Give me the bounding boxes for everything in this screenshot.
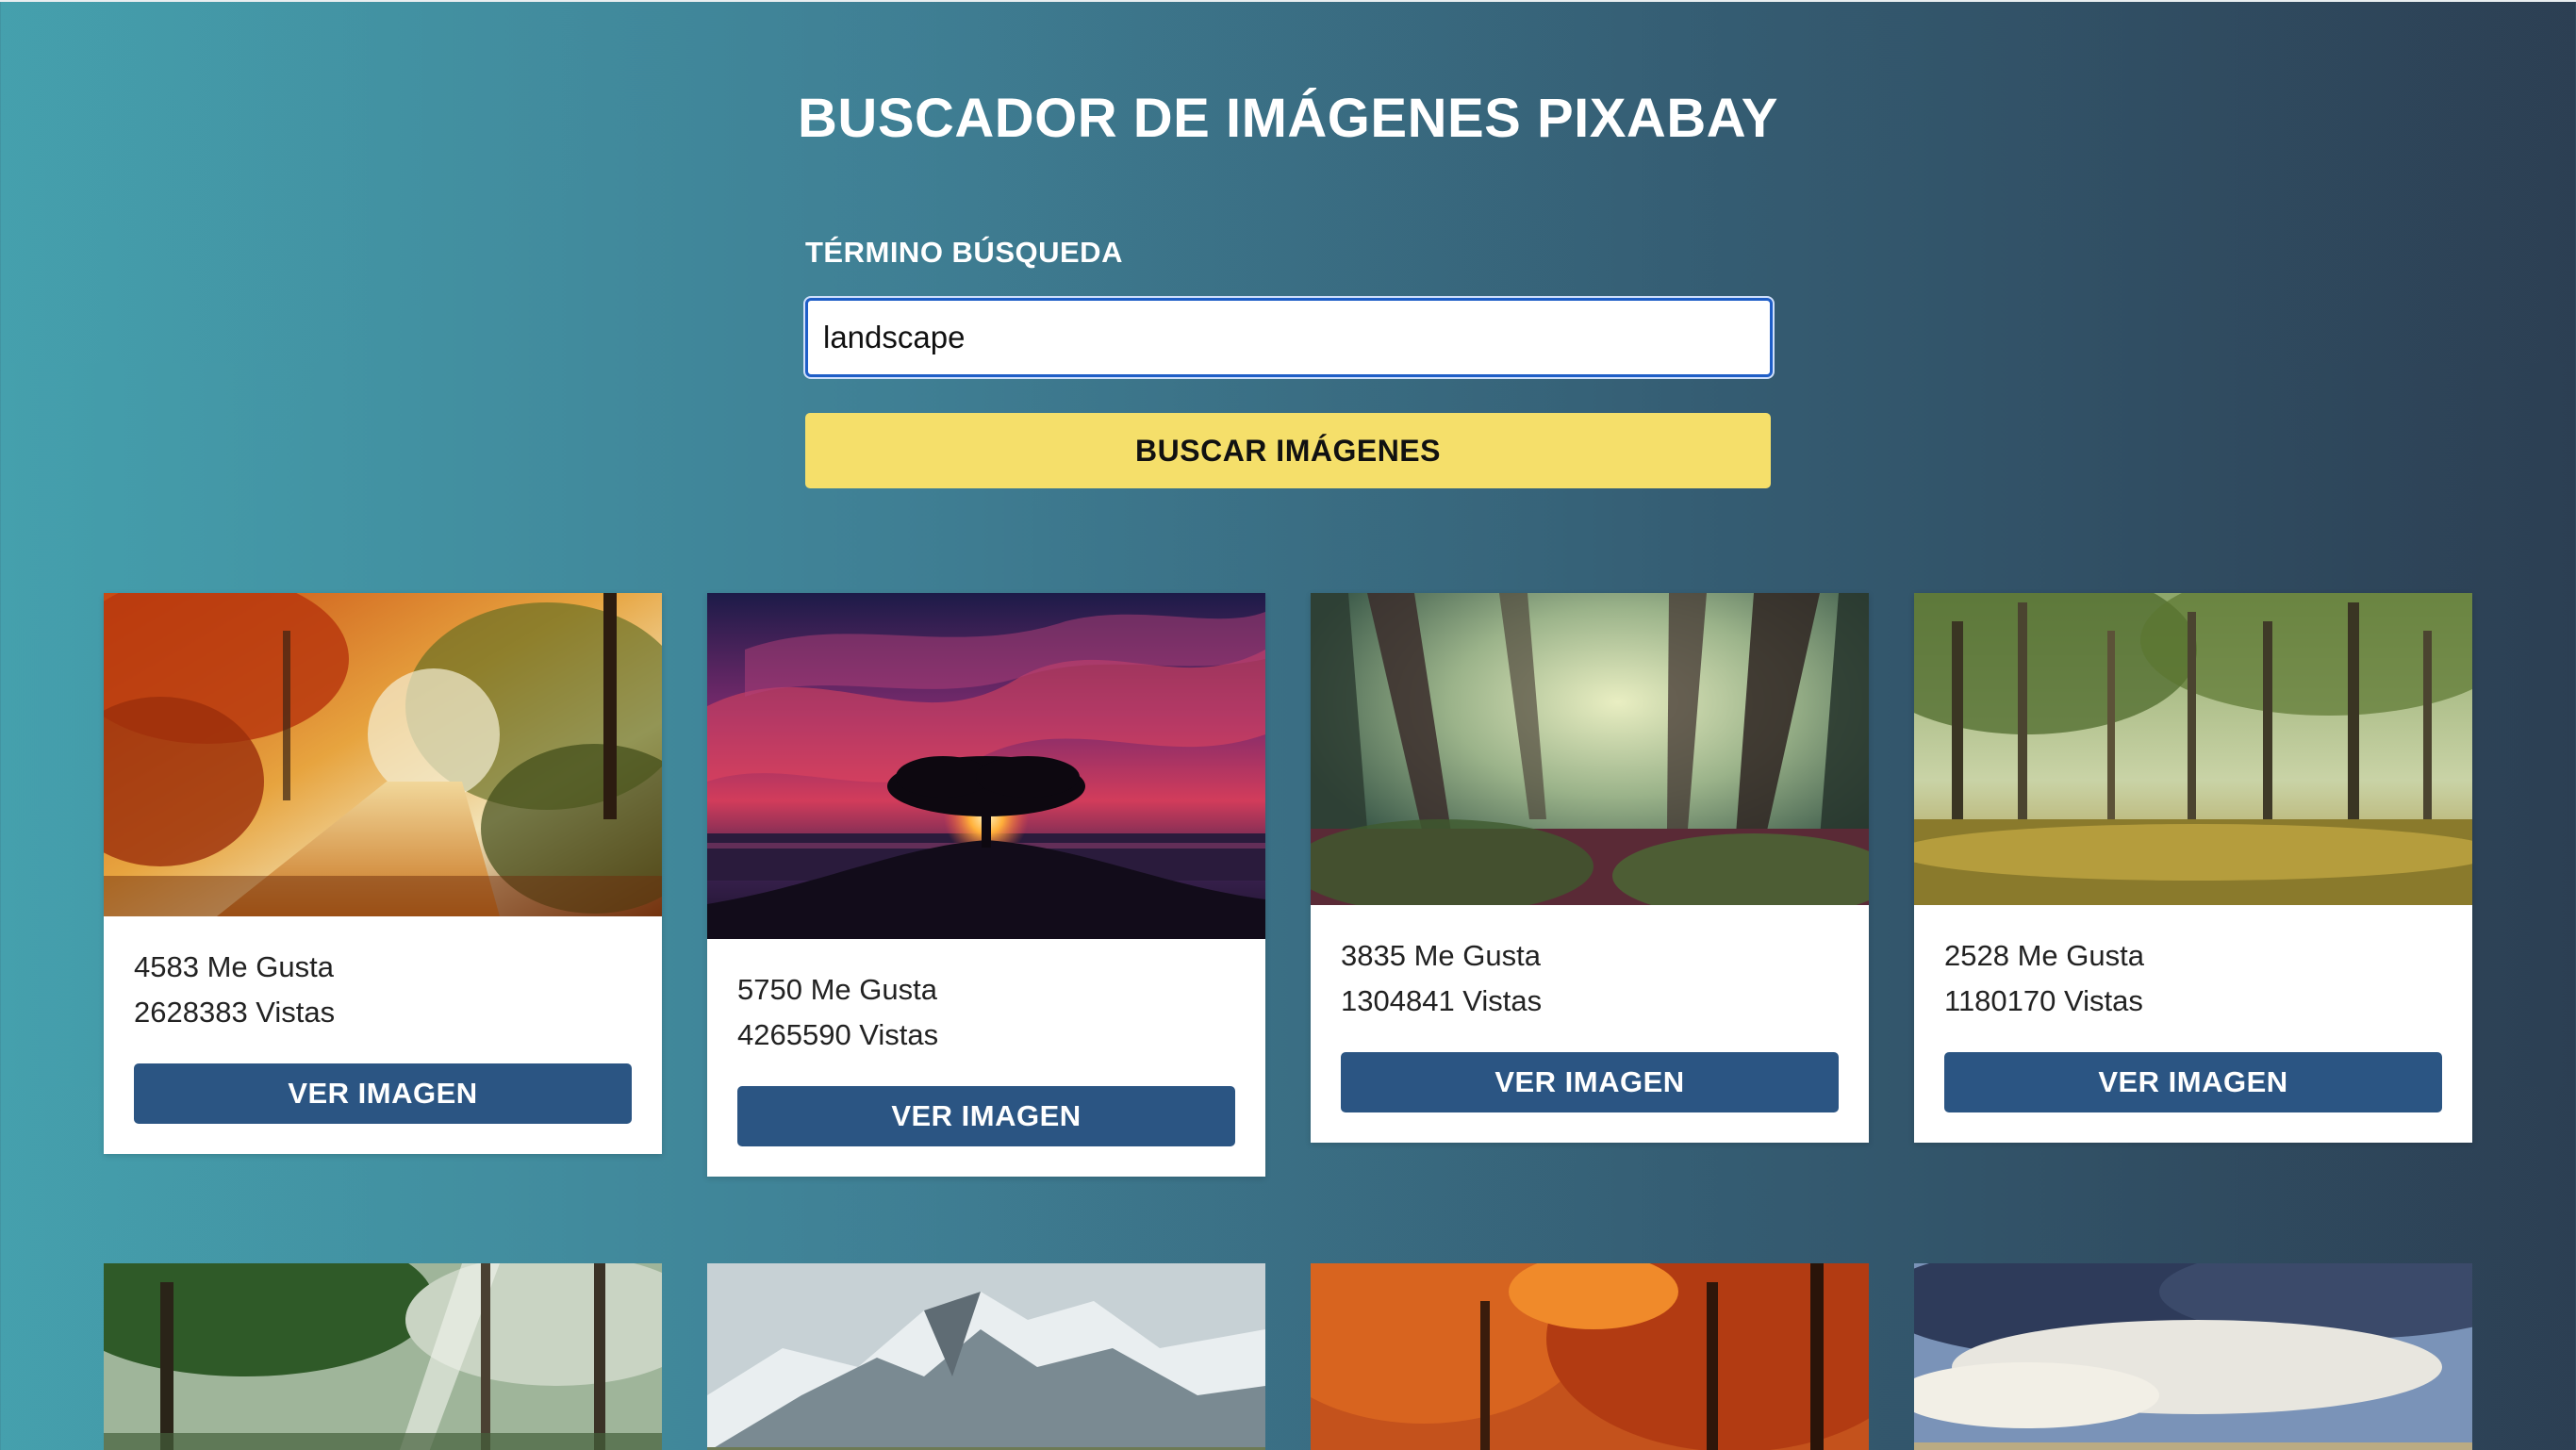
page-title: BUSCADOR DE IMÁGENES PIXABAY xyxy=(798,88,1778,149)
result-image[interactable] xyxy=(1914,593,2472,905)
likes-count: 2528 Me Gusta xyxy=(1944,939,2144,972)
likes-count: 3835 Me Gusta xyxy=(1341,939,1541,972)
search-label: TÉRMINO BÚSQUEDA xyxy=(805,236,1123,269)
card-body: 5750 Me Gusta 4265590 Vistas VER IMAGEN xyxy=(707,939,1265,1177)
result-image[interactable] xyxy=(707,1263,1265,1450)
likes-count: 4583 Me Gusta xyxy=(134,950,334,983)
views-count: 1304841 Vistas xyxy=(1341,984,1543,1017)
result-card: 2528 Me Gusta 1180170 Vistas VER IMAGEN xyxy=(1914,593,2472,1143)
view-image-button[interactable]: VER IMAGEN xyxy=(1341,1052,1839,1112)
result-card xyxy=(1311,1263,1869,1450)
card-body: 3835 Me Gusta 1304841 Vistas VER IMAGEN xyxy=(1311,905,1869,1143)
result-image[interactable] xyxy=(104,593,662,916)
result-image[interactable] xyxy=(1914,1263,2472,1450)
top-border xyxy=(0,0,2576,2)
search-input[interactable] xyxy=(805,298,1773,377)
result-image[interactable] xyxy=(1311,593,1869,905)
view-image-button[interactable]: VER IMAGEN xyxy=(1944,1052,2442,1112)
result-image[interactable] xyxy=(1311,1263,1869,1450)
search-button[interactable]: BUSCAR IMÁGENES xyxy=(805,413,1771,488)
result-image[interactable] xyxy=(104,1263,662,1450)
result-image[interactable] xyxy=(707,593,1265,939)
result-card xyxy=(707,1263,1265,1450)
card-body: 4583 Me Gusta 2628383 Vistas VER IMAGEN xyxy=(104,916,662,1154)
search-form: TÉRMINO BÚSQUEDA BUSCAR IMÁGENES xyxy=(805,236,1773,488)
result-card xyxy=(1914,1263,2472,1450)
views-count: 1180170 Vistas xyxy=(1944,984,2143,1017)
result-card: 3835 Me Gusta 1304841 Vistas VER IMAGEN xyxy=(1311,593,1869,1143)
view-image-button[interactable]: VER IMAGEN xyxy=(134,1063,632,1124)
views-count: 2628383 Vistas xyxy=(134,996,336,1029)
view-image-button[interactable]: VER IMAGEN xyxy=(737,1086,1235,1146)
views-count: 4265590 Vistas xyxy=(737,1018,939,1051)
likes-count: 5750 Me Gusta xyxy=(737,973,937,1006)
result-card: 4583 Me Gusta 2628383 Vistas VER IMAGEN xyxy=(104,593,662,1154)
result-card xyxy=(104,1263,662,1450)
result-card: 5750 Me Gusta 4265590 Vistas VER IMAGEN xyxy=(707,593,1265,1177)
card-body: 2528 Me Gusta 1180170 Vistas VER IMAGEN xyxy=(1914,905,2472,1143)
